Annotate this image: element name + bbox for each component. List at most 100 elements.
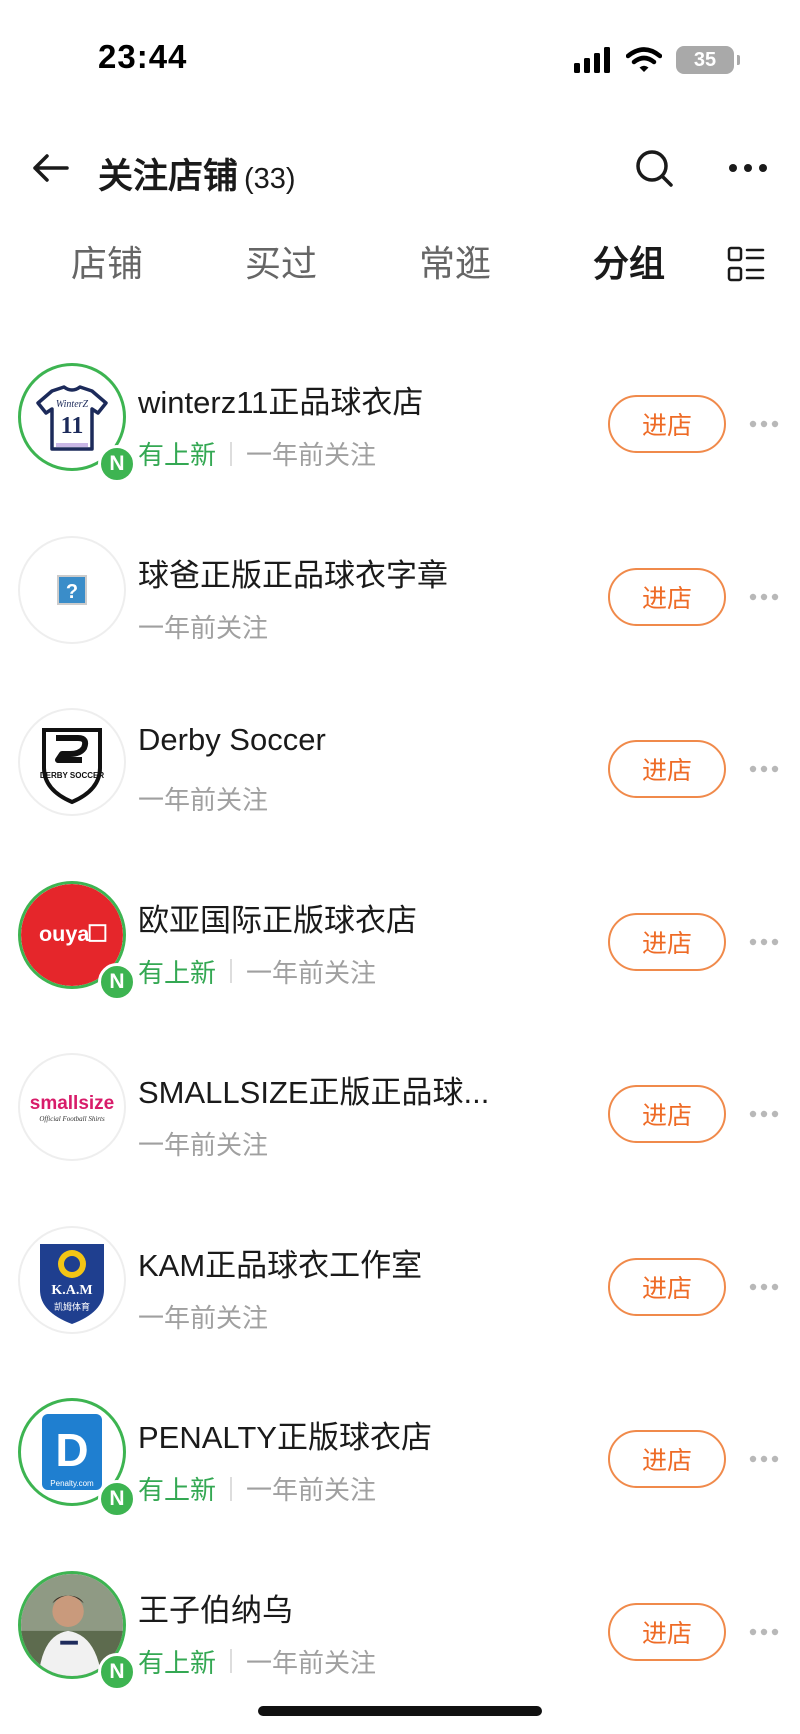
shop-avatar: ? — [18, 535, 126, 644]
shop-avatar: DERBY SOCCER — [18, 708, 126, 816]
new-badge-icon: N — [98, 1652, 136, 1691]
shop-meta: 有上新 一年前关注 — [138, 1643, 376, 1680]
shop-meta: 一年前关注 — [138, 608, 268, 645]
more-horizontal-icon — [749, 765, 779, 773]
meta-divider — [230, 959, 233, 983]
shop-avatar-container: smallsize Official Football Shirts — [18, 1053, 126, 1161]
shop-meta: 一年前关注 — [138, 1298, 268, 1335]
meta-divider — [230, 1476, 233, 1501]
shop-avatar-container: D Penalty.com N — [18, 1398, 136, 1518]
follow-count: (33) — [244, 163, 296, 195]
enter-shop-button[interactable]: 进店 — [608, 567, 726, 626]
enter-shop-button[interactable]: 进店 — [608, 912, 726, 971]
search-icon — [636, 150, 673, 187]
shop-meta: 一年前关注 — [138, 1125, 268, 1162]
enter-shop-button[interactable]: 进店 — [608, 740, 726, 798]
shop-avatar-container: ouya N — [18, 880, 136, 1001]
svg-text:ouya: ouya — [39, 920, 90, 945]
row-more-button[interactable] — [744, 1617, 784, 1647]
wifi-icon — [626, 47, 662, 72]
svg-text:K.A.M: K.A.M — [51, 1283, 92, 1298]
svg-text:WinterZ: WinterZ — [56, 399, 89, 410]
row-more-button[interactable] — [744, 1272, 784, 1302]
layout-toggle-button[interactable] — [726, 244, 766, 284]
new-arrivals-label: 有上新 — [138, 1475, 217, 1505]
shop-row[interactable]: K.A.M 凯姆体育 KAM正品球衣工作室 一年前关注 进店 — [0, 1208, 800, 1381]
derby-soccer-shield-logo: DERBY SOCCER — [40, 728, 104, 805]
shop-meta: 有上新 一年前关注 — [138, 435, 376, 472]
followed-time: 一年前关注 — [246, 440, 377, 470]
new-badge-icon: N — [98, 445, 136, 483]
svg-text:Official Football Shirts: Official Football Shirts — [39, 1115, 105, 1123]
battery-level: 35 — [693, 48, 717, 71]
home-indicator[interactable] — [258, 1706, 542, 1716]
svg-text:?: ? — [66, 581, 78, 603]
tab-purchased[interactable]: 买过 — [221, 232, 341, 296]
shop-row[interactable]: smallsize Official Football Shirts SMALL… — [0, 1035, 800, 1208]
status-indicators: 35 — [574, 42, 740, 78]
back-button[interactable] — [26, 144, 74, 192]
enter-shop-button[interactable]: 进店 — [608, 1602, 726, 1661]
svg-text:Penalty.com: Penalty.com — [50, 1479, 94, 1488]
more-horizontal-icon — [749, 593, 779, 600]
followed-time: 一年前关注 — [246, 1475, 377, 1505]
status-bar: 23:44 35 — [0, 0, 800, 110]
new-arrivals-label: 有上新 — [138, 957, 217, 988]
more-horizontal-icon — [749, 1283, 779, 1290]
nav-bar: 关注店铺 (33) — [0, 130, 800, 206]
shop-name: KAM正品球衣工作室 — [138, 1247, 423, 1283]
row-more-button[interactable] — [744, 1099, 784, 1129]
followed-time: 一年前关注 — [138, 785, 269, 815]
more-horizontal-icon — [729, 164, 767, 172]
smallsize-logo: smallsize Official Football Shirts — [30, 1093, 115, 1123]
shop-row[interactable]: N 王子伯纳乌 有上新 一年前关注 进店 — [0, 1553, 800, 1726]
shop-row[interactable]: ouya N 欧亚国际正版球衣店 有上新 一年前关注 进店 — [0, 863, 800, 1036]
shop-name: 欧亚国际正版球衣店 — [138, 902, 417, 938]
kam-shield-logo: K.A.M 凯姆体育 — [40, 1243, 104, 1324]
more-horizontal-icon — [749, 1110, 779, 1118]
meta-divider — [230, 441, 233, 466]
shop-name: 王子伯纳乌 — [138, 1592, 293, 1628]
more-horizontal-icon — [749, 420, 779, 428]
tab-shops[interactable]: 店铺 — [47, 232, 167, 296]
row-more-button[interactable] — [744, 1444, 784, 1474]
new-arrivals-label: 有上新 — [138, 1647, 217, 1678]
shop-avatar-container: K.A.M 凯姆体育 — [18, 1225, 126, 1334]
arrow-left-icon — [33, 154, 69, 182]
more-horizontal-icon — [749, 1455, 779, 1463]
tab-frequent[interactable]: 常逛 — [395, 232, 515, 296]
row-more-button[interactable] — [744, 754, 784, 784]
more-options-button[interactable] — [723, 144, 773, 192]
followed-time: 一年前关注 — [138, 1302, 269, 1333]
tab-groups[interactable]: 分组 — [569, 232, 689, 296]
enter-shop-button[interactable]: 进店 — [608, 1085, 726, 1143]
svg-text:11: 11 — [61, 413, 84, 439]
status-time: 23:44 — [98, 38, 188, 75]
list-layout-icon — [727, 246, 765, 282]
shop-name: winterz11正品球衣店 — [138, 385, 424, 420]
followed-time: 一年前关注 — [246, 1647, 377, 1678]
cellular-signal-icon — [574, 47, 610, 73]
row-more-button[interactable] — [744, 927, 784, 957]
followed-time: 一年前关注 — [138, 612, 269, 643]
new-arrivals-label: 有上新 — [138, 440, 217, 470]
svg-text:smallsize: smallsize — [30, 1093, 115, 1114]
enter-shop-button[interactable]: 进店 — [608, 1257, 726, 1316]
shop-row[interactable]: DERBY SOCCER Derby Soccer 一年前关注 进店 — [0, 690, 800, 863]
row-more-button[interactable] — [744, 582, 784, 612]
shop-avatar: smallsize Official Football Shirts — [18, 1053, 126, 1161]
search-button[interactable] — [630, 144, 678, 192]
new-badge-icon: N — [98, 1480, 136, 1518]
shop-row[interactable]: D Penalty.com N PENALTY正版球衣店 有上新 一年前关注 进… — [0, 1380, 800, 1553]
enter-shop-button[interactable]: 进店 — [608, 1430, 726, 1488]
shop-row[interactable]: ? 球爸正版正品球衣字章 一年前关注 进店 — [0, 518, 800, 691]
shop-row[interactable]: WinterZ 11 N winterz11正品球衣店 有上新 一年前关注 进店 — [0, 345, 800, 518]
shop-name: SMALLSIZE正版正品球... — [138, 1075, 490, 1110]
shop-avatar-container: WinterZ 11 N — [18, 363, 136, 483]
more-horizontal-icon — [749, 938, 779, 945]
shop-name: Derby Soccer — [138, 722, 326, 757]
shop-avatar-container: DERBY SOCCER — [18, 708, 126, 816]
shop-avatar-container: N — [18, 1570, 136, 1691]
row-more-button[interactable] — [744, 409, 784, 439]
enter-shop-button[interactable]: 进店 — [608, 395, 726, 453]
